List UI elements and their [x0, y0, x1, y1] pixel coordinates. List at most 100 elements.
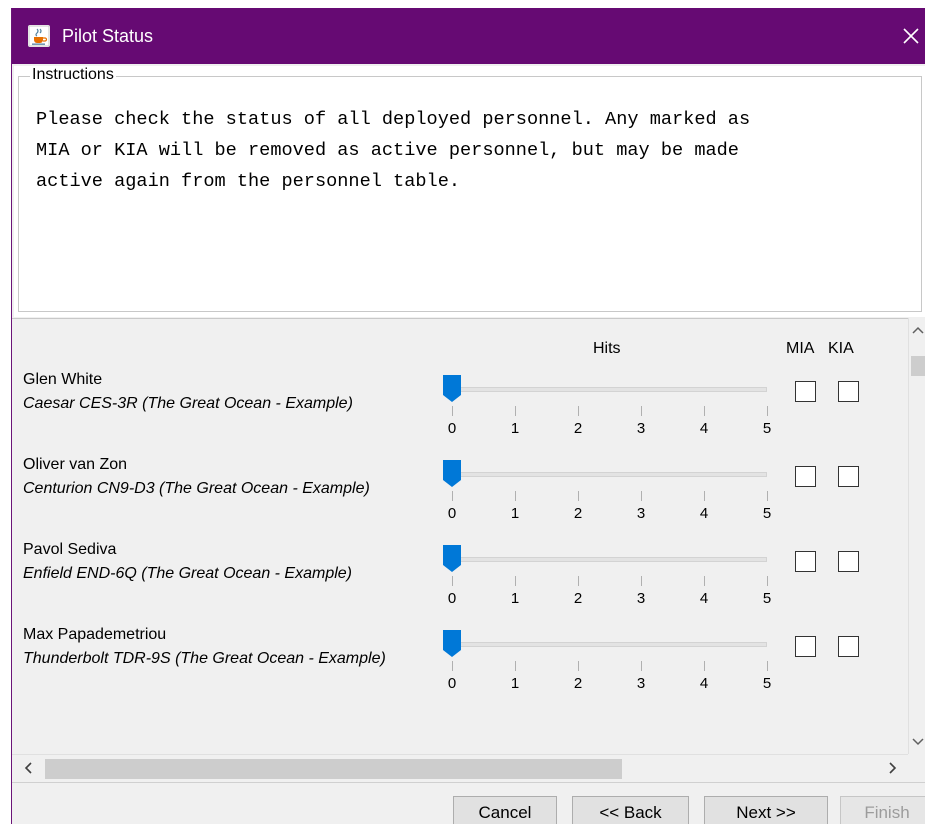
scroll-down-icon[interactable]	[912, 738, 924, 746]
finish-button: Finish	[840, 796, 925, 824]
hits-slider[interactable]: 0 1 2 3 4 5	[442, 625, 772, 705]
slider-track	[450, 472, 767, 477]
slider-tick	[578, 576, 579, 586]
slider-tick-label: 1	[510, 675, 520, 692]
slider-tick-label: 5	[762, 505, 772, 522]
hits-slider[interactable]: 0 1 2 3 4 5	[442, 370, 772, 450]
scroll-left-icon[interactable]	[24, 762, 32, 774]
slider-tick-label: 2	[573, 505, 583, 522]
slider-tick	[452, 576, 453, 586]
mia-checkbox[interactable]	[795, 551, 816, 572]
mia-checkbox[interactable]	[795, 636, 816, 657]
slider-tick	[452, 661, 453, 671]
instructions-legend: Instructions	[30, 66, 116, 84]
slider-track	[450, 557, 767, 562]
mia-checkbox[interactable]	[795, 466, 816, 487]
hits-slider[interactable]: 0 1 2 3 4 5	[442, 540, 772, 620]
scroll-up-icon[interactable]	[912, 326, 924, 334]
slider-tick	[767, 661, 768, 671]
slider-tick	[641, 491, 642, 501]
slider-tick	[641, 661, 642, 671]
vertical-scroll-thumb[interactable]	[911, 356, 925, 376]
kia-column-header: KIA	[828, 340, 854, 357]
pilot-name: Oliver van Zon	[23, 456, 128, 473]
slider-tick-label: 1	[510, 420, 520, 437]
slider-tick	[704, 491, 705, 501]
next-button[interactable]: Next >>	[704, 796, 828, 824]
kia-checkbox[interactable]	[838, 466, 859, 487]
slider-tick-label: 0	[447, 420, 457, 437]
pilot-name: Max Papademetriou	[23, 626, 167, 643]
slider-tick-label: 0	[447, 505, 457, 522]
kia-checkbox[interactable]	[838, 636, 859, 657]
pilot-unit: Caesar CES-3R (The Great Ocean - Example…	[23, 395, 353, 412]
slider-track	[450, 642, 767, 647]
slider-tick	[641, 406, 642, 416]
slider-tick	[767, 491, 768, 501]
pilot-name: Pavol Sediva	[23, 541, 117, 558]
slider-tick	[452, 491, 453, 501]
close-icon	[903, 28, 919, 44]
hits-column-header: Hits	[593, 340, 621, 357]
window-title: Pilot Status	[62, 26, 154, 46]
slider-tick-label: 3	[636, 590, 646, 607]
slider-thumb[interactable]	[442, 629, 462, 658]
slider-tick	[704, 661, 705, 671]
horizontal-scroll-thumb[interactable]	[45, 759, 622, 779]
slider-tick	[578, 661, 579, 671]
slider-tick-label: 3	[636, 505, 646, 522]
slider-track	[450, 387, 767, 392]
pilot-unit: Enfield END-6Q (The Great Ocean - Exampl…	[23, 565, 353, 582]
slider-tick	[515, 491, 516, 501]
slider-tick-label: 2	[573, 420, 583, 437]
slider-tick-label: 3	[636, 675, 646, 692]
slider-tick-label: 3	[636, 420, 646, 437]
back-button[interactable]: << Back	[572, 796, 689, 824]
slider-tick-label: 0	[447, 590, 457, 607]
slider-tick-label: 4	[699, 590, 709, 607]
java-cup-icon	[28, 25, 50, 47]
pilot-row: Glen White Caesar CES-3R (The Great Ocea…	[12, 370, 908, 455]
vertical-scrollbar[interactable]	[908, 318, 925, 754]
slider-tick	[767, 576, 768, 586]
instructions-text: Please check the status of all deployed …	[36, 109, 751, 192]
pilot-unit: Thunderbolt TDR-9S (The Great Ocean - Ex…	[23, 650, 386, 667]
slider-thumb[interactable]	[442, 544, 462, 573]
pilot-list[interactable]: Hits MIA KIA Glen White Caesar CES-3R (T…	[12, 318, 908, 754]
slider-tick-label: 4	[699, 505, 709, 522]
slider-tick	[515, 406, 516, 416]
pilot-name: Glen White	[23, 371, 103, 388]
slider-tick-label: 5	[762, 420, 772, 437]
slider-tick-label: 0	[447, 675, 457, 692]
instructions-panel: Instructions Please check the status of …	[14, 66, 925, 317]
slider-thumb[interactable]	[442, 374, 462, 403]
close-button[interactable]	[896, 8, 925, 64]
kia-checkbox[interactable]	[838, 381, 859, 402]
slider-tick	[767, 406, 768, 416]
pilot-row: Pavol Sediva Enfield END-6Q (The Great O…	[12, 540, 908, 625]
slider-tick	[578, 491, 579, 501]
slider-tick-label: 1	[510, 590, 520, 607]
cancel-button[interactable]: Cancel	[453, 796, 557, 824]
pilot-status-dialog: Pilot Status Instructions Please check t…	[11, 8, 925, 824]
pilot-row: Max Papademetriou Thunderbolt TDR-9S (Th…	[12, 625, 908, 710]
mia-checkbox[interactable]	[795, 381, 816, 402]
horizontal-scrollbar[interactable]	[12, 754, 908, 782]
slider-tick-label: 2	[573, 675, 583, 692]
slider-thumb[interactable]	[442, 459, 462, 488]
title-bar[interactable]: Pilot Status	[12, 8, 925, 64]
hits-slider[interactable]: 0 1 2 3 4 5	[442, 455, 772, 535]
slider-tick-label: 1	[510, 505, 520, 522]
slider-tick	[704, 406, 705, 416]
slider-tick	[578, 406, 579, 416]
slider-tick	[452, 406, 453, 416]
slider-tick	[641, 576, 642, 586]
slider-tick-label: 5	[762, 675, 772, 692]
pilot-row: Oliver van Zon Centurion CN9-D3 (The Gre…	[12, 455, 908, 540]
slider-tick-label: 2	[573, 590, 583, 607]
pilot-unit: Centurion CN9-D3 (The Great Ocean - Exam…	[23, 480, 370, 497]
slider-tick	[515, 661, 516, 671]
scroll-right-icon[interactable]	[889, 762, 897, 774]
slider-tick	[704, 576, 705, 586]
kia-checkbox[interactable]	[838, 551, 859, 572]
